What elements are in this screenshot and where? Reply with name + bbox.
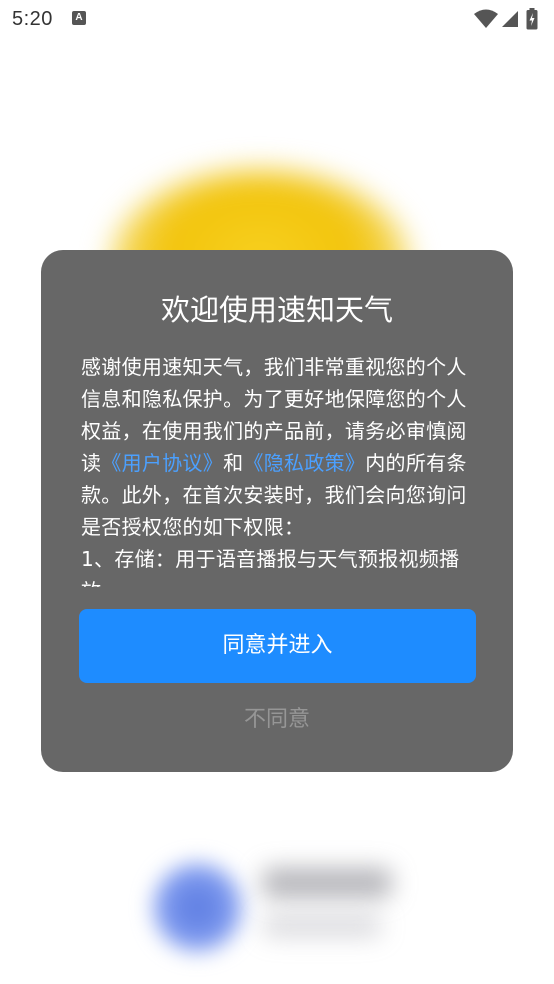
permission-item-storage: 1、存储：用于语音播报与天气预报视频播放 xyxy=(81,547,460,587)
body-and-text: 和 xyxy=(223,451,244,475)
blurred-text-line xyxy=(262,868,392,898)
cellular-signal-icon xyxy=(502,11,518,27)
dialog-title: 欢迎使用速知天气 xyxy=(160,293,393,327)
battery-icon xyxy=(526,8,538,30)
blurred-avatar xyxy=(150,860,245,955)
blurred-text-line xyxy=(262,915,382,937)
notification-icon: A xyxy=(72,11,86,25)
status-time: 5:20 xyxy=(12,8,53,30)
dialog-body: 感谢使用速知天气，我们非常重视您的个人信息和隐私保护。为了更好地保障您的个人权益… xyxy=(81,351,473,587)
wifi-icon xyxy=(474,9,498,28)
status-bar: 5:20 A xyxy=(0,0,554,40)
user-agreement-link[interactable]: 《用户协议》 xyxy=(101,451,223,475)
agree-and-enter-button[interactable]: 同意并进入 xyxy=(79,609,476,683)
status-icons xyxy=(474,8,544,30)
disagree-button[interactable]: 不同意 xyxy=(0,700,554,740)
app-screen: 5:20 A 欢迎使用速知天气 感谢使用速知天气，我们非常重视您的个人信息和隐私… xyxy=(0,0,554,984)
privacy-policy-link[interactable]: 《隐私政策》 xyxy=(243,451,365,475)
